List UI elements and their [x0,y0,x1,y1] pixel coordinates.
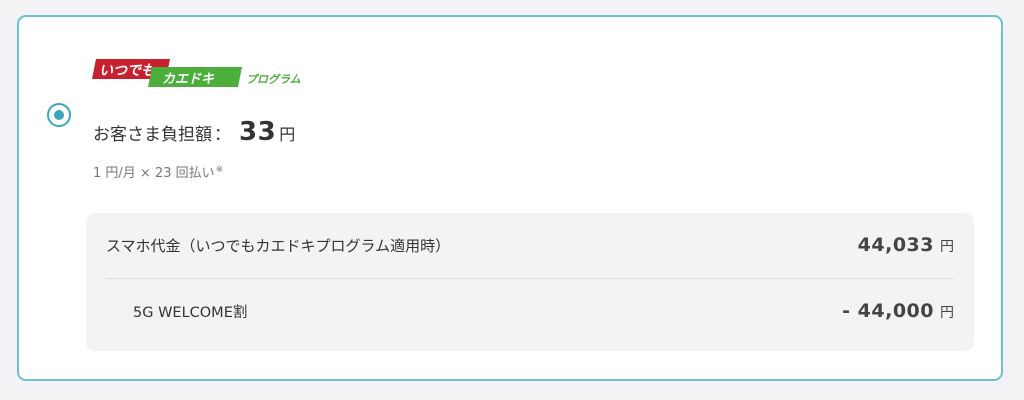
discount-label: 5G WELCOME割 [133,304,248,321]
discount-unit: 円 [940,305,954,321]
phone-price-value: 44,033 円 [858,234,954,256]
burden-amount: 33 [239,117,277,147]
installment-note-mark: ※ [215,164,224,175]
plan-option-radio[interactable] [47,103,71,127]
discount-value: - 44,000 円 [842,300,954,322]
phone-price-amount: 44,033 [857,234,934,256]
logo-part2-text: カエドキ [162,72,215,87]
price-breakdown-panel: スマホ代金（いつでもカエドキプログラム適用時） 44,033 円 5G WELC… [86,213,974,351]
breakdown-divider [106,278,954,279]
burden-label: お客さま負担額 [93,125,212,145]
breakdown-row-phone-price: スマホ代金（いつでもカエドキプログラム適用時） 44,033 円 [106,227,954,263]
breakdown-row-discount: 5G WELCOME割 - 44,000 円 [106,293,954,329]
burden-unit: 円 [279,125,296,144]
customer-burden: お客さま負担額 ： 33 円 [93,117,295,151]
radio-selected-dot [54,110,64,120]
burden-colon: ： [214,125,231,145]
logo-part1-text: いつでも [99,63,155,79]
itsudemo-kaedoki-program-logo: いつでも カエドキ プログラム [92,59,307,87]
installment-info: 1 円/月 × 23 回払い※ [93,162,223,181]
plan-option-card[interactable]: いつでも カエドキ プログラム お客さま負担額 ： 33 円 1 円/月 × 2… [17,15,1003,381]
phone-price-label: スマホ代金（いつでもカエドキプログラム適用時） [106,236,451,255]
phone-price-unit: 円 [940,239,954,255]
discount-amount: - 44,000 [842,300,934,322]
installment-text: 1 円/月 × 23 回払い [93,166,215,181]
logo-part3-text: プログラム [246,73,301,86]
